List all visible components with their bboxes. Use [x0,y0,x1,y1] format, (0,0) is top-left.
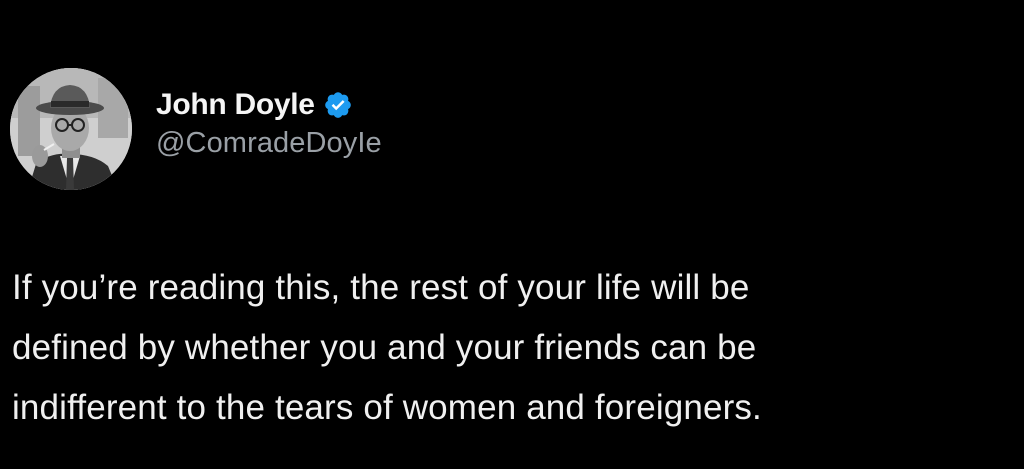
verified-badge-icon [323,90,353,120]
tweet-text-line: indifferent to the tears of women and fo… [12,388,762,427]
tweet-text-line: defined by whether you and your friends … [12,328,757,367]
tweet-text-line: If you’re reading this, the rest of your… [12,268,750,307]
name-row: John Doyle [156,87,382,123]
author-display-name[interactable]: John Doyle [156,88,315,122]
author-handle[interactable]: @ComradeDoyIe [156,127,382,160]
avatar-photo [10,68,132,190]
author-identity: John Doyle @ComradeDoyIe [156,87,382,160]
tweet-header: John Doyle @ComradeDoyIe [10,68,382,190]
author-avatar[interactable] [10,68,132,190]
tweet-text: If you’re reading this, the rest of your… [12,258,1017,438]
tweet-card: John Doyle @ComradeDoyIe If you’re readi… [0,0,1024,469]
